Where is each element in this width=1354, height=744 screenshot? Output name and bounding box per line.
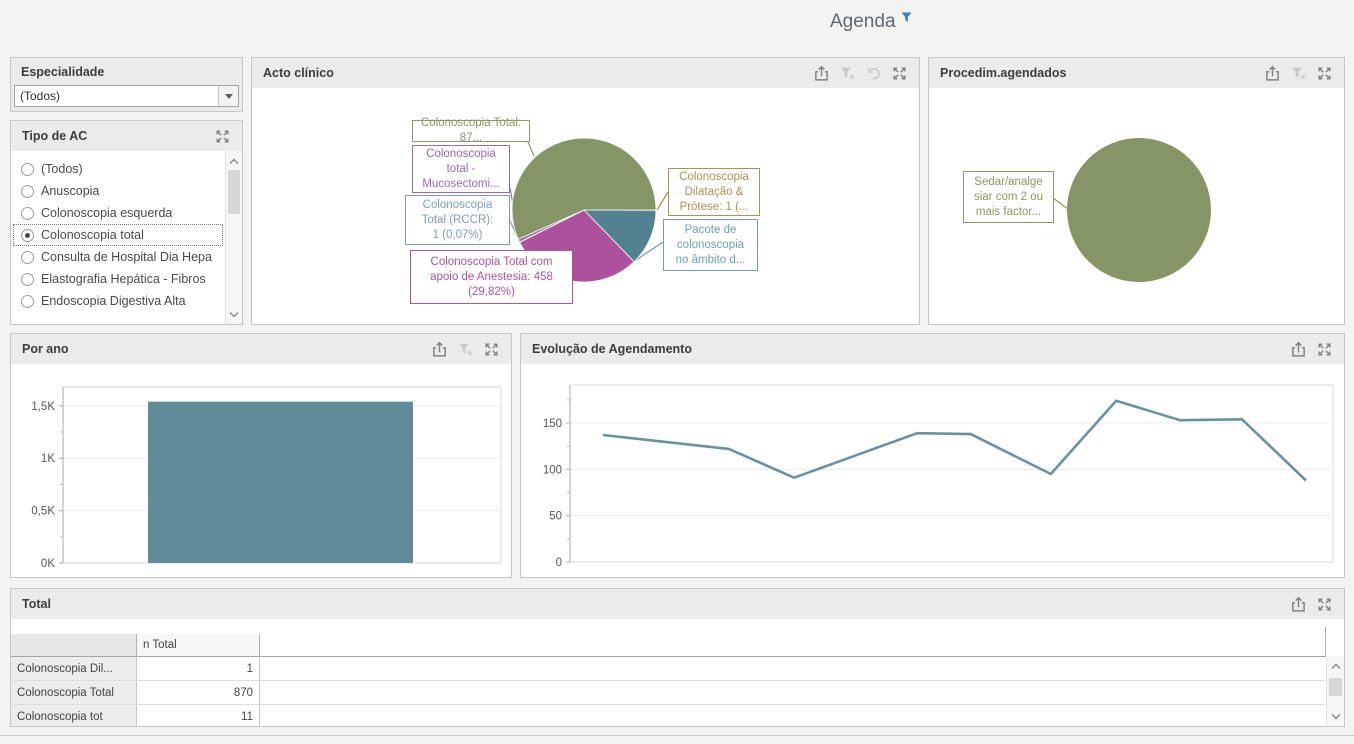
svg-text:1,5K: 1,5K (31, 401, 55, 413)
table-row[interactable]: Colonoscopia Total 870 (11, 681, 1325, 705)
export-icon[interactable] (1264, 65, 1281, 82)
table-header-row: n Total (11, 634, 1325, 657)
dashboard-title-text: Agenda (830, 11, 896, 33)
scroll-up-button[interactable] (1327, 658, 1344, 673)
radio-item-elastografia[interactable]: Elastografia Hepática - Fibros (13, 268, 223, 290)
radio-item-colonoscopia-esquerda[interactable]: Colonoscopia esquerda (13, 202, 223, 224)
radio-item-anuscopia[interactable]: Anuscopia (13, 180, 223, 202)
maximize-icon[interactable] (483, 341, 500, 358)
combo-dropdown-button[interactable] (218, 86, 238, 106)
maximize-icon[interactable] (214, 128, 231, 145)
panel-acto-clinico: Acto clínico Colonoscopia Total: 87... C… (251, 57, 920, 325)
panel-evolucao-agendamento: Evolução de Agendamento 0 50 100 150 (520, 333, 1345, 578)
export-icon[interactable] (1290, 341, 1307, 358)
pie-callout-pacote[interactable]: Pacote de colonoscopia no âmbito d... (663, 219, 758, 271)
svg-text:150: 150 (543, 418, 562, 430)
radio-checked-icon (21, 229, 34, 242)
clear-filter-icon[interactable] (1290, 65, 1307, 82)
combo-value: (Todos) (15, 89, 218, 103)
chevron-up-icon (228, 157, 240, 165)
tipo-de-ac-list: (Todos) Anuscopia Colonoscopia esquerda … (11, 151, 225, 324)
por-ano-bar-chart[interactable]: 0K 0,5K 1K 1,5K (11, 364, 511, 577)
total-header: Total (22, 597, 1290, 611)
radio-item-endoscopia-alta[interactable]: Endoscopia Digestiva Alta (13, 290, 223, 312)
pie-callout-colonoscopia-total[interactable]: Colonoscopia Total: 87... (412, 120, 530, 142)
chevron-up-icon (1330, 662, 1342, 670)
radio-item-colonoscopia-total[interactable]: Colonoscopia total (13, 224, 223, 246)
clear-filter-icon[interactable] (457, 341, 474, 358)
svg-text:0: 0 (556, 557, 562, 569)
pie-callout-rccr[interactable]: Colonoscopia Total (RCCR): 1 (0,07%) (405, 195, 510, 245)
svg-text:100: 100 (543, 464, 562, 476)
export-icon[interactable] (431, 341, 448, 358)
chevron-down-icon (225, 94, 233, 99)
svg-text:0K: 0K (41, 558, 55, 570)
scrollbar-thumb[interactable] (228, 170, 240, 214)
scrollbar-track[interactable] (225, 151, 242, 324)
panel-por-ano: Por ano 0K 0,5K 1K 1,5K (10, 333, 512, 578)
svg-text:50: 50 (549, 511, 562, 523)
maximize-icon[interactable] (1316, 341, 1333, 358)
pie-callout-anestesia[interactable]: Colonoscopia Total com apoio de Anestesi… (410, 250, 573, 304)
radio-icon (21, 273, 34, 286)
radio-icon (21, 185, 34, 198)
table-header-blank (11, 634, 137, 656)
scrollbar-track[interactable] (1326, 656, 1344, 726)
total-table: n Total Colonoscopia Dil... 1 Colonoscop… (11, 634, 1325, 726)
table-row[interactable]: Colonoscopia tot 11 (11, 705, 1325, 726)
chevron-down-icon (1330, 713, 1342, 721)
column-separator (1325, 627, 1326, 657)
radio-icon (21, 295, 34, 308)
acto-clinico-header: Acto clínico (263, 66, 813, 80)
panel-total: Total n Total Colonoscopia Dil... 1 (10, 588, 1345, 727)
acto-clinico-pie-chart[interactable] (252, 88, 919, 324)
radio-icon (21, 251, 34, 264)
procedim-header: Procedim.agendados (940, 66, 1264, 80)
maximize-icon[interactable] (1316, 596, 1333, 613)
filter-funnel-icon[interactable] (901, 12, 912, 23)
panel-especialidade: Especialidade (Todos) (10, 57, 243, 112)
maximize-icon[interactable] (1316, 65, 1333, 82)
dashboard-title: Agenda (830, 11, 912, 33)
panel-procedim-agendados: Procedim.agendados Sedar/analge siar com… (928, 57, 1345, 325)
export-icon[interactable] (1290, 596, 1307, 613)
pie-callout-mucosectomia[interactable]: Colonoscopia total - Mucosectomi... (412, 145, 510, 193)
pie-callout-sedar[interactable]: Sedar/analge siar com 2 ou mais factor..… (963, 171, 1054, 223)
pie-callout-dilatacao[interactable]: Colonoscopia Dilatação & Prótese: 1 (... (668, 168, 760, 216)
especialidade-combobox[interactable]: (Todos) (14, 85, 239, 107)
dashboard-surface: Agenda Especialidade (Todos) Tipo de AC … (0, 0, 1354, 744)
scroll-down-button[interactable] (1327, 709, 1344, 724)
svg-text:1K: 1K (41, 453, 55, 465)
maximize-icon[interactable] (891, 65, 908, 82)
evolucao-header: Evolução de Agendamento (532, 342, 1290, 356)
export-icon[interactable] (813, 65, 830, 82)
scrollbar-thumb[interactable] (1329, 678, 1342, 696)
table-header-n-total: n Total (137, 634, 260, 656)
tipo-de-ac-header: Tipo de AC (22, 129, 214, 143)
radio-icon (21, 163, 34, 176)
evolucao-line-chart[interactable]: 0 50 100 150 (521, 364, 1344, 577)
table-row[interactable]: Colonoscopia Dil... 1 (11, 657, 1325, 681)
scroll-down-button[interactable] (226, 307, 242, 322)
chevron-down-icon (228, 311, 240, 319)
radio-item-todos[interactable]: (Todos) (13, 158, 223, 180)
panel-tipo-de-ac: Tipo de AC (Todos) Anuscopia Colonoscopi… (10, 120, 243, 325)
clear-filter-icon[interactable] (839, 65, 856, 82)
especialidade-header: Especialidade (11, 58, 242, 82)
radio-item-consulta-hospital-dia[interactable]: Consulta de Hospital Dia Hepa (13, 246, 223, 268)
radio-icon (21, 207, 34, 220)
dashboard-bottom-border (0, 735, 1354, 736)
svg-text:0,5K: 0,5K (31, 506, 55, 518)
undo-icon[interactable] (865, 65, 882, 82)
por-ano-header: Por ano (22, 342, 431, 356)
scroll-up-button[interactable] (226, 153, 242, 168)
